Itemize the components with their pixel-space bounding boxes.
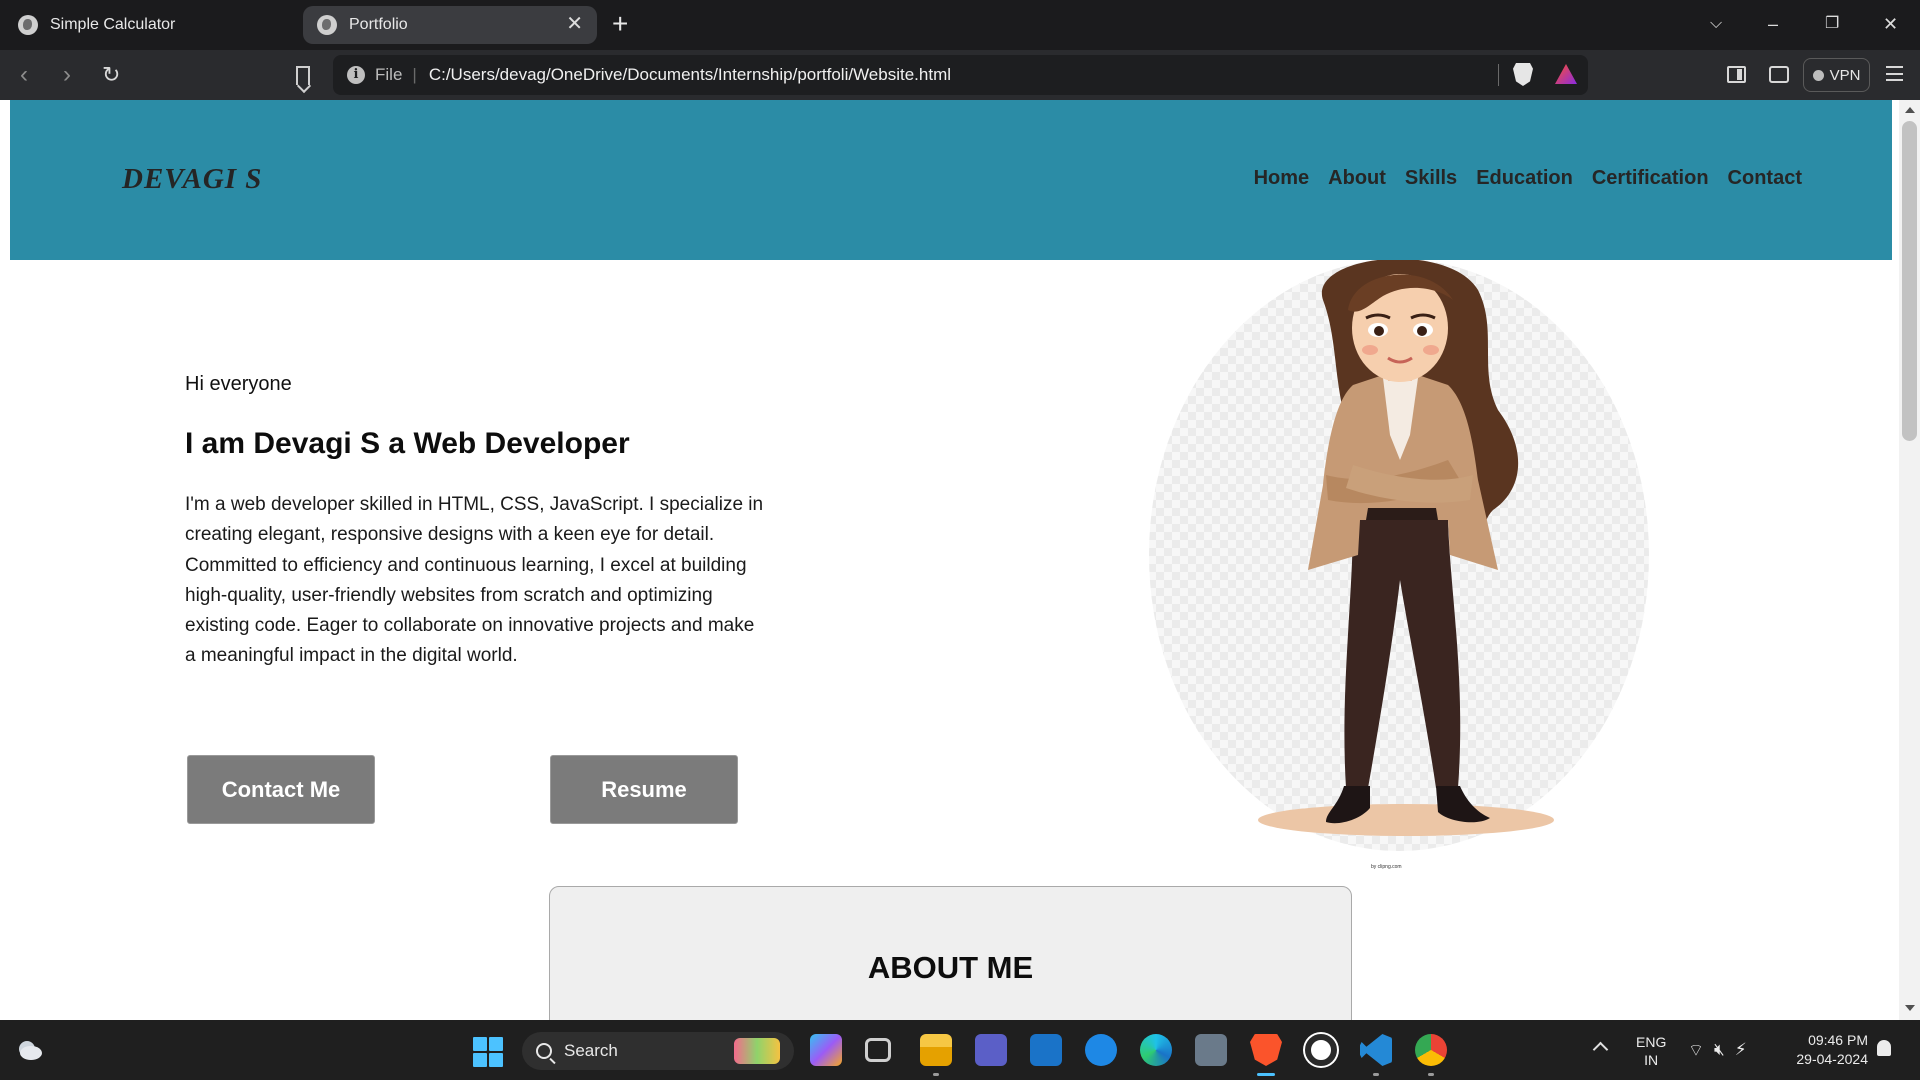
resume-button[interactable]: Resume <box>550 755 738 824</box>
tab-title: Simple Calculator <box>50 16 176 33</box>
scroll-up-arrow-icon[interactable] <box>1905 107 1915 113</box>
vpn-button[interactable]: VPN <box>1803 58 1870 92</box>
active-app-indicator <box>1257 1073 1275 1076</box>
nav-education[interactable]: Education <box>1476 167 1573 190</box>
address-divider <box>1498 64 1499 86</box>
search-icon <box>536 1043 552 1059</box>
file-explorer-icon[interactable] <box>920 1034 952 1066</box>
help-icon[interactable] <box>1085 1034 1117 1066</box>
hero-headline: I am Devagi S a Web Developer <box>185 427 630 460</box>
site-logo[interactable]: DEVAGI S <box>122 163 262 196</box>
windows-start-icon[interactable] <box>473 1037 503 1067</box>
tab-simple-calculator[interactable]: Simple Calculator <box>4 6 294 44</box>
language-region: IN <box>1644 1052 1659 1068</box>
info-icon[interactable]: i <box>347 66 365 84</box>
running-indicator <box>1428 1073 1434 1076</box>
tab-search-chevron-icon[interactable]: ⌵ <box>1710 12 1722 36</box>
url-separator: | <box>412 65 417 84</box>
teams-icon[interactable] <box>975 1034 1007 1066</box>
browser-tab-bar: Simple Calculator Portfolio ✕ + ⌵ – ❐ ✕ <box>0 0 1920 50</box>
globe-icon <box>18 15 38 35</box>
forward-button[interactable]: › <box>63 62 71 88</box>
nav-contact[interactable]: Contact <box>1728 167 1802 190</box>
scroll-down-arrow-icon[interactable] <box>1905 1005 1915 1011</box>
globe-icon <box>317 15 337 35</box>
volume-muted-icon: 🔇︎ <box>1713 1040 1725 1059</box>
edge-icon[interactable] <box>1140 1034 1172 1066</box>
brave-icon[interactable] <box>1250 1034 1282 1066</box>
contact-me-button[interactable]: Contact Me <box>187 755 375 824</box>
camera-icon[interactable] <box>1195 1034 1227 1066</box>
nav-home[interactable]: Home <box>1254 167 1310 190</box>
url-scheme-label: File <box>375 65 403 84</box>
page-viewport: DEVAGI S Home About Skills Education Cer… <box>0 100 1920 1020</box>
chrome-icon[interactable] <box>1415 1034 1447 1066</box>
bookmark-icon[interactable] <box>296 66 310 85</box>
system-clock[interactable]: 09:46 PM 29-04-2024 <box>1786 1031 1868 1069</box>
developer-avatar-illustration <box>1149 260 1649 851</box>
tab-title: Portfolio <box>349 16 408 33</box>
record-icon[interactable] <box>1305 1034 1337 1066</box>
nav-certification[interactable]: Certification <box>1592 167 1709 190</box>
system-tray-icons[interactable]: ⌔ 🔇︎ ⚡︎ <box>1688 1040 1747 1061</box>
hamburger-menu-icon[interactable] <box>1886 66 1903 81</box>
weather-icon[interactable] <box>14 1036 44 1062</box>
myhp-icon[interactable] <box>1030 1034 1062 1066</box>
wifi-icon: ⌔ <box>1688 1041 1704 1060</box>
close-tab-icon[interactable]: ✕ <box>566 14 583 34</box>
sidebar-toggle-icon[interactable] <box>1727 66 1746 83</box>
show-hidden-icons-chevron-icon[interactable] <box>1592 1041 1609 1058</box>
language-indicator[interactable]: ENG IN <box>1636 1033 1666 1069</box>
minimize-button[interactable]: – <box>1768 12 1778 36</box>
about-title: ABOUT ME <box>867 950 1034 985</box>
taskbar-search-label: Search <box>564 1041 618 1060</box>
running-indicator <box>933 1073 939 1076</box>
notification-bell-icon[interactable] <box>1877 1040 1891 1056</box>
reload-button[interactable]: ↻ <box>102 62 120 88</box>
clock-time: 09:46 PM <box>1808 1032 1868 1048</box>
restore-button[interactable]: ❐ <box>1825 12 1839 36</box>
windows-taskbar: Search ENG IN ⌔ 🔇︎ ⚡︎ 09:46 PM 29-04-202… <box>0 1020 1920 1080</box>
scrollbar-thumb[interactable] <box>1902 121 1917 441</box>
battery-charging-icon: ⚡︎ <box>1734 1040 1747 1059</box>
search-highlight-icon <box>734 1038 780 1064</box>
hero-greeting: Hi everyone <box>185 373 292 395</box>
close-window-button[interactable]: ✕ <box>1883 12 1898 36</box>
address-bar[interactable]: i File | C:/Users/devag/OneDrive/Documen… <box>333 55 1588 95</box>
tab-portfolio[interactable]: Portfolio ✕ <box>303 6 597 44</box>
vpn-status-icon <box>1812 69 1824 81</box>
new-tab-button[interactable]: + <box>612 10 628 38</box>
nav-about[interactable]: About <box>1328 167 1386 190</box>
hero-bio: I'm a web developer skilled in HTML, CSS… <box>185 494 764 667</box>
back-button[interactable]: ‹ <box>20 62 28 88</box>
url-text[interactable]: C:/Users/devag/OneDrive/Documents/Intern… <box>429 65 951 85</box>
nav-skills[interactable]: Skills <box>1405 167 1457 190</box>
taskbar-search-box[interactable]: Search <box>522 1032 794 1070</box>
image-watermark: by clipng.com <box>1371 864 1402 870</box>
site-header: DEVAGI S Home About Skills Education Cer… <box>10 100 1892 260</box>
site-nav: Home About Skills Education Certificatio… <box>1254 167 1802 190</box>
about-section-card: ABOUT ME <box>549 886 1352 1020</box>
wallet-icon[interactable] <box>1769 66 1789 83</box>
clock-date: 29-04-2024 <box>1796 1051 1868 1067</box>
language-code: ENG <box>1636 1034 1667 1050</box>
copilot-icon[interactable] <box>810 1034 842 1066</box>
vscode-icon[interactable] <box>1360 1034 1392 1066</box>
task-view-icon[interactable] <box>865 1038 891 1062</box>
running-indicator <box>1373 1073 1379 1076</box>
vpn-label: VPN <box>1829 66 1861 84</box>
